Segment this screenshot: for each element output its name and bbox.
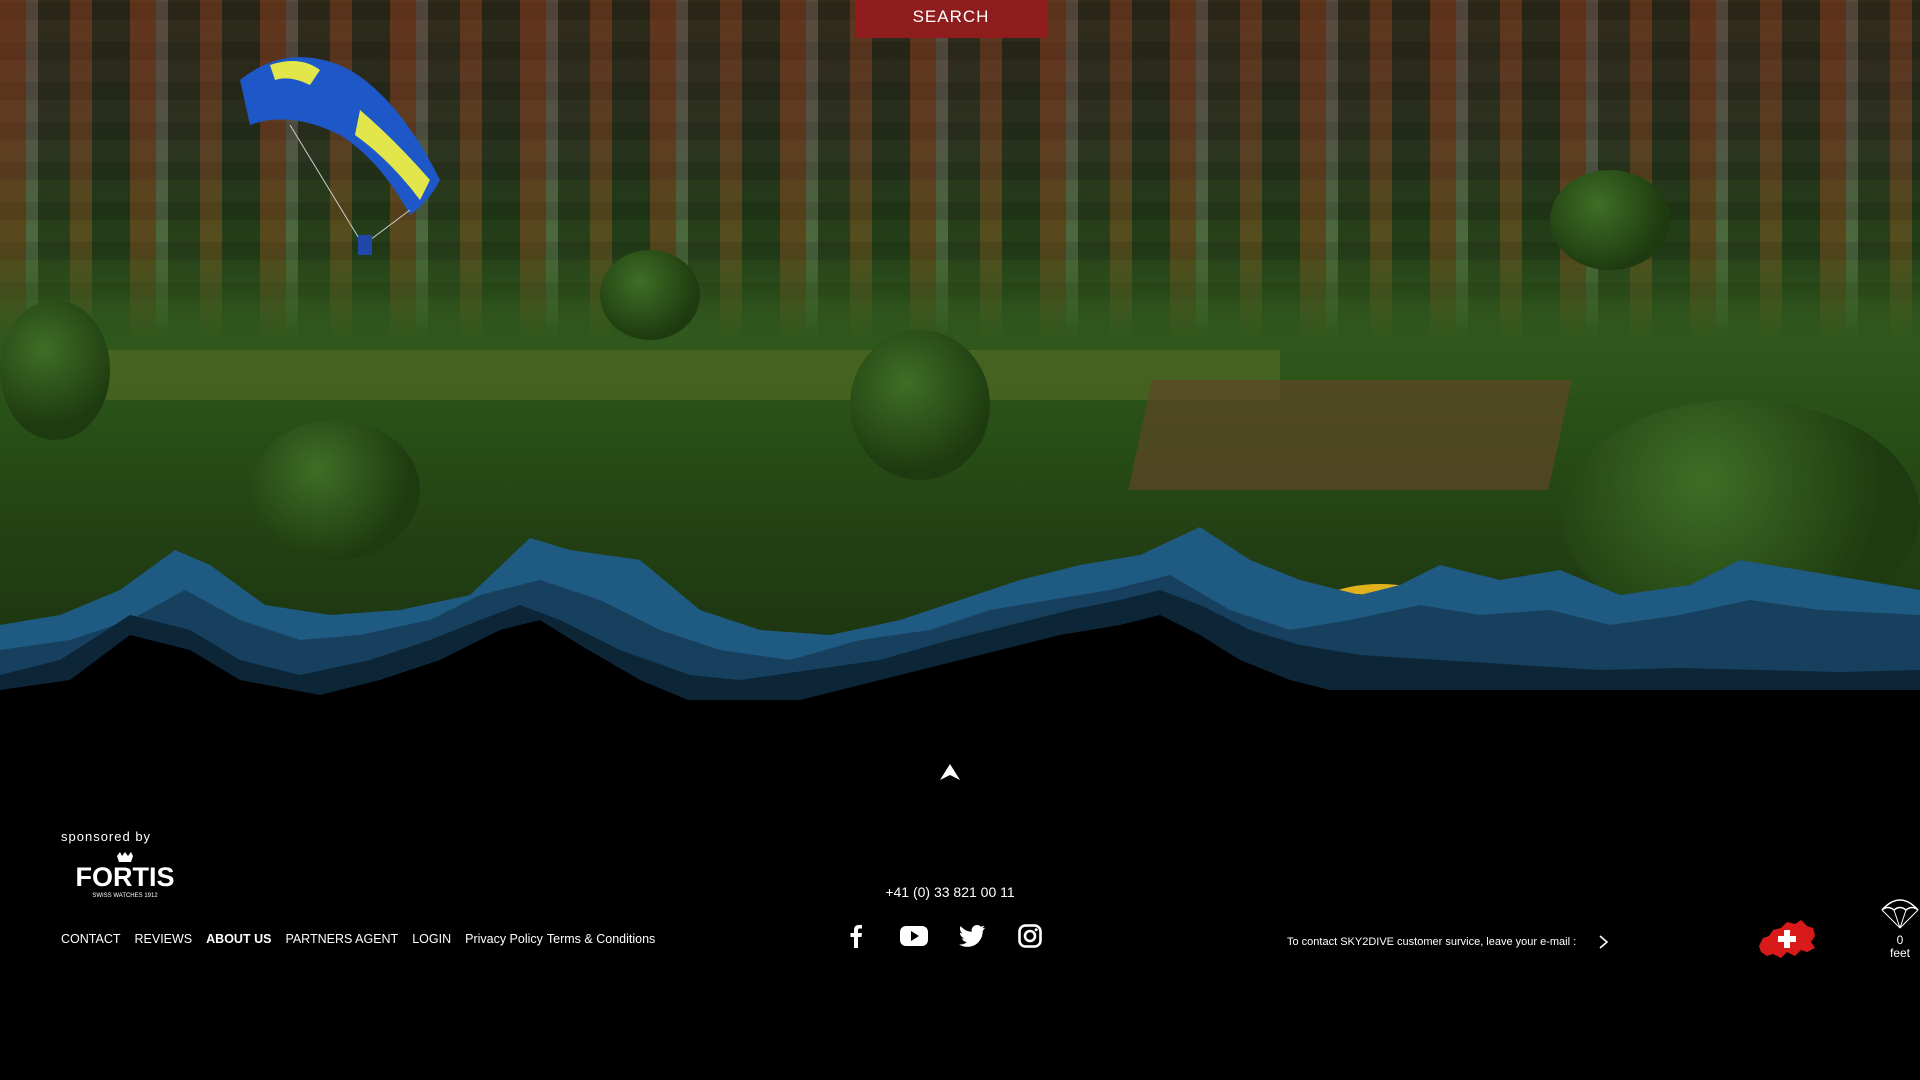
chevron-right-icon[interactable]	[1596, 934, 1610, 950]
tree	[600, 250, 700, 340]
nav-link-privacy-policy[interactable]: Privacy Policy	[465, 932, 543, 946]
field-strip	[80, 350, 1280, 400]
tree	[1550, 170, 1670, 270]
scroll-to-top-arrow-icon[interactable]	[938, 762, 962, 782]
sponsor-label: sponsored by	[61, 829, 152, 844]
youtube-icon[interactable]	[898, 920, 930, 952]
nav-link-partners-agent[interactable]: PARTNERS AGENT	[285, 932, 398, 946]
fortis-logo-subtitle: SWISS WATCHES 1912	[92, 893, 158, 899]
parachute-icon	[1881, 899, 1919, 929]
social-links	[840, 920, 1046, 952]
parachute-image	[240, 57, 440, 255]
mountain-silhouette	[0, 520, 1920, 720]
phone-number: +41 (0) 33 821 00 11	[885, 884, 1015, 900]
nav-link-terms-conditions[interactable]: Terms & Conditions	[547, 932, 655, 946]
facebook-icon[interactable]	[840, 920, 872, 952]
fortis-sponsor-logo[interactable]: FORTIS SWISS WATCHES 1912	[59, 852, 191, 902]
altitude-indicator: 0 feet	[1880, 896, 1920, 966]
tree	[850, 330, 990, 480]
instagram-icon[interactable]	[1014, 920, 1046, 952]
tree	[0, 300, 110, 440]
footer-nav: CONTACT REVIEWS ABOUT US PARTNERS AGENT …	[61, 932, 655, 946]
swiss-flag-map-icon	[1759, 920, 1815, 958]
nav-link-reviews[interactable]: REVIEWS	[135, 932, 193, 946]
plowed-field	[1128, 380, 1572, 490]
customer-service-email-prompt[interactable]: To contact SKY2DIVE customer survice, le…	[1287, 934, 1610, 950]
altitude-unit: feet	[1889, 946, 1910, 960]
nav-link-about-us[interactable]: ABOUT US	[206, 932, 271, 946]
search-button[interactable]: SEARCH	[855, 0, 1047, 38]
fortis-logo-text: FORTIS	[76, 862, 175, 892]
nav-link-contact[interactable]: CONTACT	[61, 932, 121, 946]
twitter-icon[interactable]	[956, 920, 988, 952]
nav-link-login[interactable]: LOGIN	[412, 932, 451, 946]
contact-text: To contact SKY2DIVE customer survice, le…	[1287, 936, 1577, 948]
